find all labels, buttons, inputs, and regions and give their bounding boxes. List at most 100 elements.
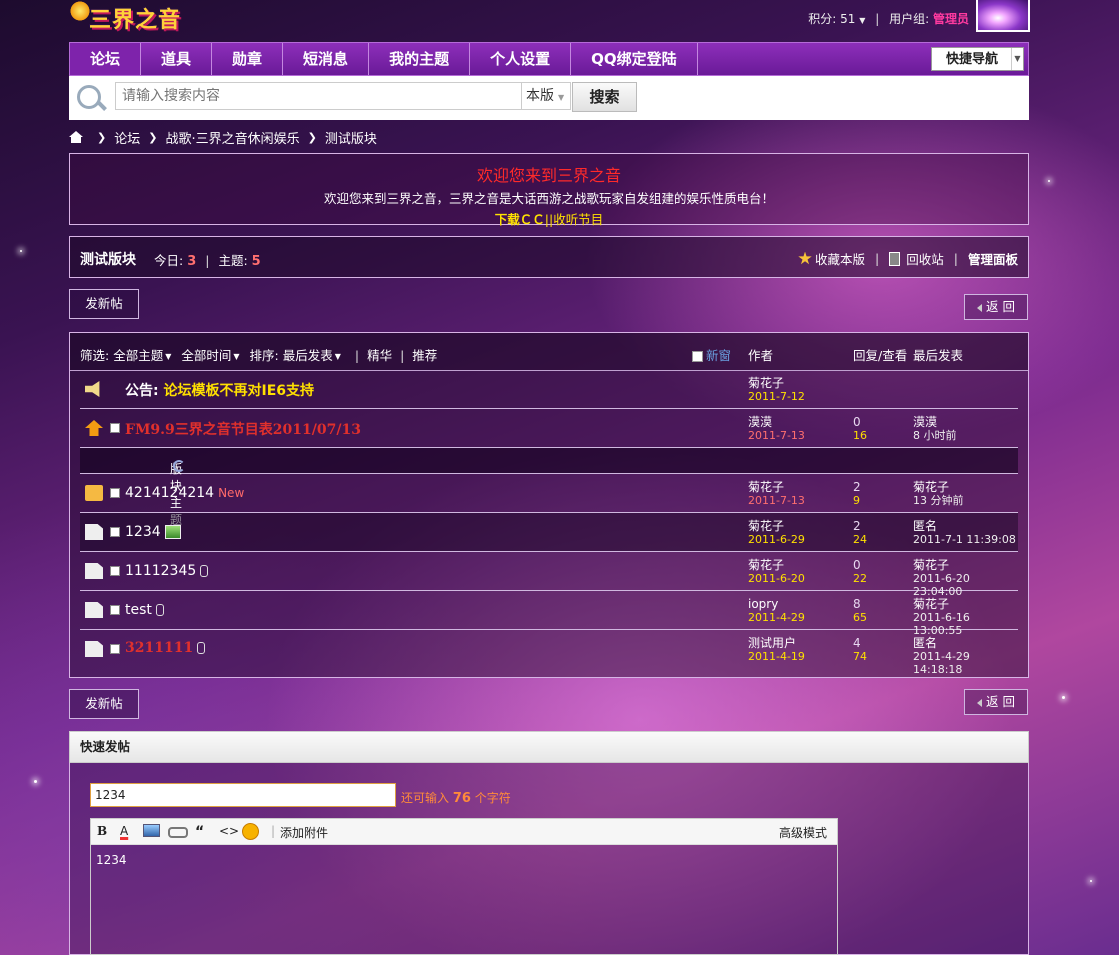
post-date: 2011-6-20: [748, 572, 805, 585]
thread-title-text[interactable]: 3211111: [125, 640, 193, 656]
last-post-time[interactable]: 2011-4-29 14:18:18: [913, 650, 1018, 676]
editor-content[interactable]: 1234: [96, 853, 127, 867]
thread-checkbox[interactable]: [110, 605, 120, 615]
filter-all-topics[interactable]: 全部主题: [113, 348, 163, 363]
user-group-value[interactable]: 管理员: [933, 12, 969, 26]
nav-item-settings[interactable]: 个人设置: [470, 43, 572, 75]
author-name[interactable]: 菊花子: [748, 559, 805, 572]
recycle-bin-link[interactable]: 回收站: [906, 249, 944, 268]
thread-checkbox[interactable]: [110, 423, 120, 433]
column-author: 作者: [748, 348, 774, 363]
nav-item-my-topics[interactable]: 我的主题: [369, 43, 471, 75]
notice-title-text[interactable]: 论坛模板不再对IE6支持: [163, 383, 314, 399]
last-post-user[interactable]: 漠漠: [913, 416, 957, 429]
star-decoration: [20, 250, 22, 252]
advanced-mode-link[interactable]: 高级模式: [779, 824, 827, 841]
filter-recommend[interactable]: 推荐: [412, 348, 437, 363]
new-window-checkbox[interactable]: [692, 351, 703, 362]
code-icon[interactable]: <>: [219, 824, 239, 838]
search-input[interactable]: [115, 82, 521, 110]
new-post-button-bottom[interactable]: 发新帖: [69, 689, 139, 719]
smiley-icon[interactable]: [242, 823, 259, 840]
reply-view-count: 4 74: [853, 637, 867, 664]
thread-checkbox[interactable]: [110, 488, 120, 498]
last-post-user[interactable]: 匿名: [913, 520, 1016, 533]
add-attachment-link[interactable]: 添加附件: [280, 824, 328, 841]
thread-checkbox[interactable]: [110, 527, 120, 537]
listen-link[interactable]: 收听节目: [553, 212, 603, 227]
filter-all-time[interactable]: 全部时间: [181, 348, 231, 363]
notice-title[interactable]: 公告: 论坛模板不再对IE6支持: [125, 380, 314, 400]
font-color-icon[interactable]: A: [120, 824, 128, 838]
nav-item-medals[interactable]: 勋章: [212, 43, 284, 75]
announcement-icon: [85, 381, 100, 397]
refresh-icon[interactable]: [173, 460, 185, 472]
remaining-chars: 76: [452, 791, 471, 806]
thread-checkbox[interactable]: [110, 644, 120, 654]
last-post-user[interactable]: 菊花子: [913, 481, 964, 494]
nav-item-messages[interactable]: 短消息: [283, 43, 370, 75]
author-name[interactable]: iopry: [748, 598, 805, 611]
thread-author: iopry 2011-4-29: [748, 598, 805, 625]
last-post-time[interactable]: 8 小时前: [913, 429, 957, 442]
image-icon[interactable]: [143, 824, 160, 837]
author-name[interactable]: 漠漠: [748, 416, 805, 429]
search-scope-select[interactable]: 本版 ▼: [521, 82, 571, 110]
back-button[interactable]: 返 回: [964, 294, 1028, 320]
quick-nav-button[interactable]: 快捷导航 ▼: [931, 47, 1024, 71]
last-post-user[interactable]: 菊花子: [913, 559, 1018, 572]
thread-title-text[interactable]: test: [125, 602, 152, 618]
post-editor[interactable]: B A “ <> | 添加附件 高级模式 1234: [90, 818, 838, 955]
search-scope-label: 本版: [526, 88, 554, 104]
home-icon[interactable]: [69, 131, 83, 143]
download-cc-link[interactable]: 下载ＣＣ: [495, 212, 545, 227]
author-name[interactable]: 测试用户: [748, 637, 805, 650]
thread-title[interactable]: test: [125, 602, 164, 618]
site-logo[interactable]: 三界之音: [69, 0, 199, 33]
breadcrumb-board[interactable]: 测试版块: [325, 128, 377, 147]
subject-input[interactable]: [90, 783, 396, 807]
back-button-bottom[interactable]: 返 回: [964, 689, 1028, 715]
thread-title-text[interactable]: 1234: [125, 524, 161, 540]
thread-title-text[interactable]: 11112345: [125, 563, 196, 579]
thread-title[interactable]: 4214124214 New: [125, 485, 244, 501]
admin-panel-link[interactable]: 管理面板: [968, 249, 1018, 268]
link-icon[interactable]: [168, 827, 188, 838]
last-post-time[interactable]: 2011-7-1 11:39:08: [913, 533, 1016, 546]
nav-item-props[interactable]: 道具: [141, 43, 213, 75]
search-button[interactable]: 搜索: [572, 82, 637, 112]
favorite-forum-link[interactable]: 收藏本版: [815, 249, 865, 268]
quote-icon[interactable]: “: [195, 824, 204, 840]
chevron-down-icon[interactable]: ▼: [859, 16, 865, 25]
thread-author: 菊花子 2011-6-20: [748, 559, 805, 586]
thread-checkbox[interactable]: [110, 566, 120, 576]
chevron-down-icon: ▼: [1011, 48, 1023, 70]
last-post: 漠漠 8 小时前: [913, 416, 957, 443]
thread-title[interactable]: FM9.9三界之音节目表2011/07/13: [125, 419, 361, 439]
thread-title[interactable]: 1234: [125, 524, 181, 540]
author-name[interactable]: 菊花子: [748, 377, 805, 390]
author-name[interactable]: 菊花子: [748, 520, 805, 533]
last-post-user[interactable]: 匿名: [913, 637, 1018, 650]
new-post-button[interactable]: 发新帖: [69, 289, 139, 319]
last-post-user[interactable]: 菊花子: [913, 598, 1018, 611]
thread-title[interactable]: 3211111: [125, 640, 206, 656]
thread-title[interactable]: 11112345: [125, 563, 209, 579]
table-row: 11112345 菊花子 2011-6-20 0 22 菊花子 2011-6-20 2…: [80, 552, 1018, 598]
sticky-up-icon: [85, 420, 103, 436]
breadcrumb-forum[interactable]: 论坛: [114, 128, 140, 147]
thread-title-text[interactable]: 4214124214: [125, 485, 214, 501]
filter-digest[interactable]: 精华: [367, 348, 392, 363]
sort-select[interactable]: 最后发表: [283, 348, 333, 363]
nav-item-qq-login[interactable]: QQ绑定登陆: [571, 43, 698, 75]
post-date: 2011-4-29: [748, 611, 805, 624]
file-icon: [85, 524, 103, 540]
author-name[interactable]: 菊花子: [748, 481, 805, 494]
points-label[interactable]: 积分: 51: [808, 12, 855, 26]
breadcrumb-category[interactable]: 战歌·三界之音休闲娱乐: [165, 128, 299, 147]
bold-icon[interactable]: B: [97, 824, 107, 838]
last-post-time[interactable]: 13 分钟前: [913, 494, 964, 507]
new-window-toggle[interactable]: 新窗: [692, 345, 731, 364]
avatar[interactable]: [976, 0, 1030, 32]
nav-item-forum[interactable]: 论坛: [70, 43, 142, 75]
